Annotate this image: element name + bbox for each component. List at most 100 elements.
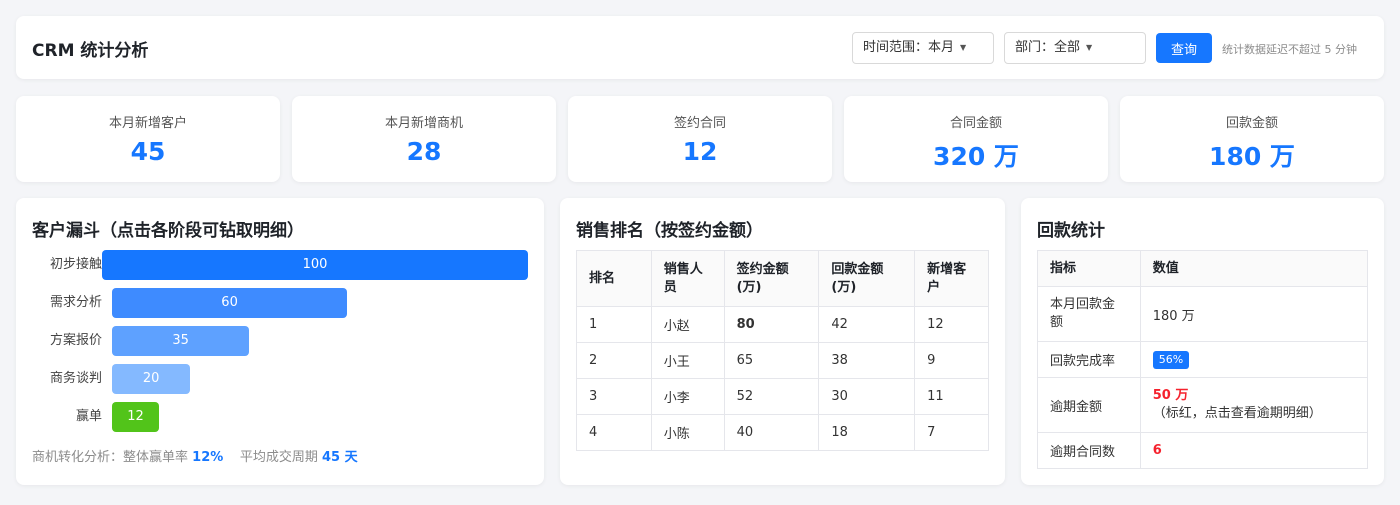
column-header: 销售人员 <box>650 250 725 307</box>
metric-label: 本月回款金额 <box>1037 286 1141 342</box>
table-header-row: 排名 销售人员 签约金额(万) 回款金额(万) 新增客户 <box>576 250 989 307</box>
caret-down-icon: ▼ <box>960 43 967 52</box>
table-cell: 40 <box>723 414 820 451</box>
customer-funnel-panel: 客户漏斗（点击各阶段可钻取明细） 初步接触 100 需求分析 60 方案报价 3… <box>16 198 544 485</box>
table-row: 逾期合同数 6 <box>1037 432 1369 469</box>
table-cell: 12 <box>914 306 989 343</box>
funnel-stage-needs-analysis[interactable]: 需求分析 60 <box>16 288 544 318</box>
table-cell: 4 <box>576 414 652 451</box>
kpi-value: 12 <box>682 137 718 166</box>
table-row: 3 小李 52 30 11 <box>576 378 989 415</box>
funnel-bar[interactable]: 35 <box>112 326 250 356</box>
funnel-stage-label: 需求分析 <box>49 295 102 310</box>
kpi-value: 180 万 <box>1209 142 1295 171</box>
table-row: 逾期金额 50 万 （标红，点击查看逾期明细） <box>1037 377 1369 433</box>
cycle-label: 平均成交周期 <box>239 450 318 465</box>
kpi-value: 28 <box>406 137 442 166</box>
metric-value: 6 <box>1139 432 1369 469</box>
table-row: 1 小赵 80 42 12 <box>576 306 989 343</box>
table-cell: 7 <box>914 414 989 451</box>
funnel-stage-label: 方案报价 <box>49 333 102 348</box>
funnel-bar[interactable]: 60 <box>112 288 348 318</box>
cycle-value: 45 天 <box>321 450 358 465</box>
completion-rate-badge: 56% <box>1152 350 1190 369</box>
time-range-select[interactable]: 时间范围：本月 ▼ <box>852 32 994 64</box>
overdue-amount-value: 50 万 <box>1152 388 1189 403</box>
kpi-card-signed-contracts: 签约合同 12 <box>568 96 832 182</box>
query-button[interactable]: 查询 <box>1156 33 1212 63</box>
column-header: 回款金额(万) <box>818 250 916 307</box>
column-header: 数值 <box>1139 250 1369 287</box>
kpi-card-new-opportunities: 本月新增商机 28 <box>292 96 556 182</box>
data-delay-note: 统计数据延迟不超过 5 分钟 <box>1222 43 1357 56</box>
table-cell: 小李 <box>650 378 725 415</box>
department-select[interactable]: 部门：全部 ▼ <box>1004 32 1146 64</box>
funnel-stage-label: 赢单 <box>75 409 102 424</box>
department-value: 部门：全部 <box>1015 40 1081 55</box>
ranking-table: 排名 销售人员 签约金额(万) 回款金额(万) 新增客户 1 小赵 80 42 … <box>576 250 989 451</box>
kpi-label: 回款金额 <box>1225 116 1278 131</box>
table-header-row: 指标 数值 <box>1037 250 1369 287</box>
table-cell: 42 <box>818 306 916 343</box>
table-cell: 30 <box>818 378 916 415</box>
page-header: CRM 统计分析 时间范围：本月 ▼ 部门：全部 ▼ 查询 统计数据延迟不超过 5 … <box>16 16 1384 79</box>
overdue-amount-note: （标红，点击查看逾期明细） <box>1152 406 1322 421</box>
metric-label: 逾期金额 <box>1037 377 1141 433</box>
summary-prefix: 商机转化分析：整体赢单率 <box>32 450 189 465</box>
column-header: 排名 <box>576 250 652 307</box>
funnel-stage-quotation[interactable]: 方案报价 35 <box>16 326 544 356</box>
overdue-contracts-value: 6 <box>1152 443 1162 458</box>
metric-value: 180 万 <box>1139 286 1369 342</box>
metric-value: 56% <box>1139 341 1369 378</box>
funnel-stage-label: 商务谈判 <box>49 371 102 386</box>
table-row: 本月回款金额 180 万 <box>1037 286 1369 342</box>
table-cell: 80 <box>723 306 820 343</box>
win-rate-value: 12% <box>192 450 224 465</box>
column-header: 新增客户 <box>914 250 989 307</box>
table-cell: 小赵 <box>650 306 725 343</box>
funnel-stage-initial-contact[interactable]: 初步接触 100 <box>16 250 544 280</box>
table-cell: 2 <box>576 342 652 379</box>
table-cell: 小陈 <box>650 414 725 451</box>
table-row: 2 小王 65 38 9 <box>576 342 989 379</box>
table-cell: 3 <box>576 378 652 415</box>
table-cell: 18 <box>818 414 916 451</box>
page-title: CRM 统计分析 <box>32 41 149 61</box>
table-cell: 小王 <box>650 342 725 379</box>
table-cell: 11 <box>914 378 989 415</box>
table-cell: 1 <box>576 306 652 343</box>
payment-stats-panel: 回款统计 指标 数值 本月回款金额 180 万 回款完成率 56% 逾期金额 5… <box>1021 198 1384 485</box>
table-row: 4 小陈 40 18 7 <box>576 414 989 451</box>
kpi-label: 本月新增客户 <box>108 116 187 131</box>
funnel-bar[interactable]: 12 <box>112 402 160 432</box>
payment-title: 回款统计 <box>1037 221 1105 241</box>
table-cell: 52 <box>723 378 820 415</box>
table-cell: 65 <box>723 342 820 379</box>
table-cell: 9 <box>914 342 989 379</box>
overdue-amount-link[interactable]: 50 万 （标红，点击查看逾期明细） <box>1139 377 1369 433</box>
funnel-bar[interactable]: 20 <box>112 364 191 394</box>
sales-ranking-panel: 销售排名（按签约金额） 排名 销售人员 签约金额(万) 回款金额(万) 新增客户… <box>560 198 1005 485</box>
kpi-label: 签约合同 <box>673 116 726 131</box>
funnel-bar[interactable]: 100 <box>102 250 528 280</box>
kpi-value: 320 万 <box>933 142 1019 171</box>
kpi-label: 合同金额 <box>949 116 1002 131</box>
table-row: 回款完成率 56% <box>1037 341 1369 378</box>
kpi-label: 本月新增商机 <box>384 116 463 131</box>
funnel-title: 客户漏斗（点击各阶段可钻取明细） <box>32 221 304 241</box>
payment-table: 指标 数值 本月回款金额 180 万 回款完成率 56% 逾期金额 50 万 （标… <box>1037 250 1369 469</box>
caret-down-icon: ▼ <box>1086 43 1093 52</box>
column-header: 签约金额(万) <box>723 250 820 307</box>
conversion-summary: 商机转化分析：整体赢单率 12% 平均成交周期 45 天 <box>32 446 358 465</box>
column-header: 指标 <box>1037 250 1141 287</box>
kpi-card-payment-amount: 回款金额 180 万 <box>1120 96 1384 182</box>
kpi-value: 45 <box>130 137 166 166</box>
time-range-value: 时间范围：本月 <box>863 40 955 55</box>
funnel-stage-negotiation[interactable]: 商务谈判 20 <box>16 364 544 394</box>
metric-label: 回款完成率 <box>1037 341 1141 378</box>
metric-label: 逾期合同数 <box>1037 432 1141 469</box>
kpi-card-contract-amount: 合同金额 320 万 <box>844 96 1108 182</box>
funnel-stage-won[interactable]: 赢单 12 <box>16 402 544 432</box>
kpi-card-new-customers: 本月新增客户 45 <box>16 96 280 182</box>
ranking-title: 销售排名（按签约金额） <box>576 221 763 241</box>
